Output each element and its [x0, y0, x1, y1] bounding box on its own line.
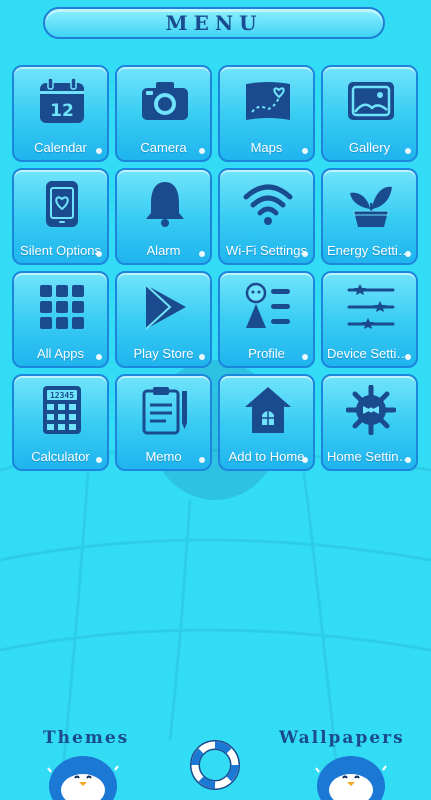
themes-penguin-icon[interactable] — [45, 748, 121, 800]
themes-label[interactable]: Themes — [43, 728, 129, 748]
tile-label: Silent Options — [20, 243, 101, 258]
tile-label: Memo — [145, 449, 182, 464]
tile-label: Alarm — [146, 243, 181, 258]
menu-header: MENU — [43, 7, 385, 39]
shine-dot — [302, 148, 308, 154]
gallery-icon — [348, 82, 394, 120]
birdhouse-icon — [245, 387, 291, 433]
tile-memo[interactable]: Memo — [115, 374, 212, 471]
camera-icon — [142, 82, 188, 120]
tile-add-to-home[interactable]: Add to Home — [218, 374, 315, 471]
shine-dot — [405, 354, 411, 360]
calendar-icon: 12 — [40, 77, 84, 123]
shine-dot — [96, 457, 102, 463]
shine-dot — [302, 354, 308, 360]
tile-maps[interactable]: Maps — [218, 65, 315, 162]
sliders-icon — [347, 284, 395, 329]
lifebuoy-icon[interactable] — [190, 740, 240, 790]
tile-label: Calculator — [31, 449, 90, 464]
tile-label: Camera — [140, 140, 187, 155]
map-icon — [246, 82, 290, 120]
tile-camera[interactable]: Camera — [115, 65, 212, 162]
tile-label: Energy Settings — [327, 243, 412, 258]
tile-label: Profile — [248, 346, 285, 361]
wifi-icon — [243, 184, 293, 225]
tile-silent-options[interactable]: Silent Options — [12, 168, 109, 265]
bell-icon — [146, 182, 184, 227]
shine-dot — [302, 457, 308, 463]
tile-profile[interactable]: Profile — [218, 271, 315, 368]
svg-text:12: 12 — [50, 101, 74, 121]
play-store-icon — [145, 284, 186, 330]
tile-label: Play Store — [133, 346, 194, 361]
tile-play-store[interactable]: Play Store — [115, 271, 212, 368]
tile-label: Home Settings — [327, 449, 412, 464]
shine-dot — [199, 457, 205, 463]
shine-dot — [96, 251, 102, 257]
tile-gallery[interactable]: Gallery — [321, 65, 418, 162]
tile-label: Calendar — [34, 140, 87, 155]
tile-label: All Apps — [37, 346, 84, 361]
shine-dot — [405, 457, 411, 463]
tile-label: Device Settings — [327, 346, 412, 361]
profile-icon — [245, 282, 290, 328]
silent-phone-icon — [46, 181, 78, 227]
shine-dot — [405, 251, 411, 257]
wallpapers-penguin-icon[interactable] — [313, 748, 389, 800]
shine-dot — [199, 251, 205, 257]
tile-device-settings[interactable]: Device Settings — [321, 271, 418, 368]
calculator-icon: 12345 — [43, 386, 81, 434]
shine-dot — [199, 354, 205, 360]
apps-grid-icon — [40, 285, 84, 329]
tile-label: Gallery — [348, 140, 391, 155]
app-grid: 12 Calendar Camera Maps Gallery Silent O… — [12, 65, 418, 471]
tile-label: Wi-Fi Settings — [226, 243, 307, 258]
svg-text:12345: 12345 — [50, 391, 74, 400]
tile-energy-settings[interactable]: Energy Settings — [321, 168, 418, 265]
memo-icon — [142, 387, 187, 435]
menu-title: MENU — [165, 11, 263, 35]
plant-icon — [350, 186, 392, 227]
shine-dot — [302, 251, 308, 257]
helm-gear-icon — [346, 385, 396, 435]
wallpapers-label[interactable]: Wallpapers — [279, 728, 405, 748]
tile-alarm[interactable]: Alarm — [115, 168, 212, 265]
tile-label: Add to Home — [228, 449, 305, 464]
tile-label: Maps — [250, 140, 283, 155]
tile-all-apps[interactable]: All Apps — [12, 271, 109, 368]
shine-dot — [96, 354, 102, 360]
tile-calculator[interactable]: 12345 Calculator — [12, 374, 109, 471]
tile-home-settings[interactable]: Home Settings — [321, 374, 418, 471]
tile-calendar[interactable]: 12 Calendar — [12, 65, 109, 162]
tile-wifi-settings[interactable]: Wi-Fi Settings — [218, 168, 315, 265]
shine-dot — [199, 148, 205, 154]
shine-dot — [96, 148, 102, 154]
shine-dot — [405, 148, 411, 154]
